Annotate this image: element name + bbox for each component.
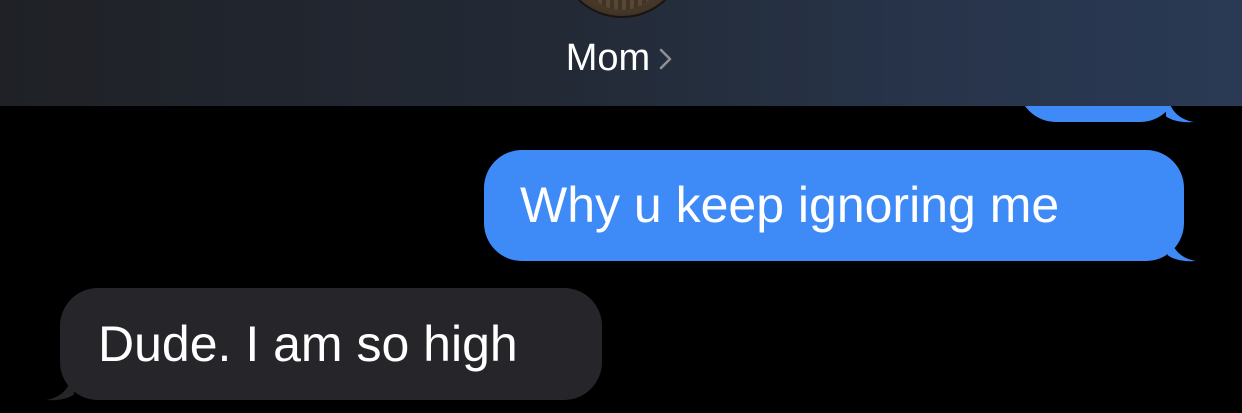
message-bubble-sent[interactable]: Why u keep ignoring me <box>484 150 1196 262</box>
contact-photo-icon <box>582 0 662 10</box>
contact-avatar[interactable] <box>558 0 686 18</box>
message-text: Why u keep ignoring me <box>520 177 1060 233</box>
contact-details-link[interactable]: Mom <box>0 36 1242 78</box>
conversation-header: Mom <box>0 0 1242 106</box>
bubble-tail <box>1168 228 1196 262</box>
bubble-tail <box>46 367 74 401</box>
message-bubble-received[interactable]: Dude. I am so high <box>46 288 602 401</box>
chevron-right-icon <box>659 48 672 70</box>
message-text: Dude. I am so high <box>98 316 518 372</box>
contact-name: Mom <box>565 36 651 79</box>
